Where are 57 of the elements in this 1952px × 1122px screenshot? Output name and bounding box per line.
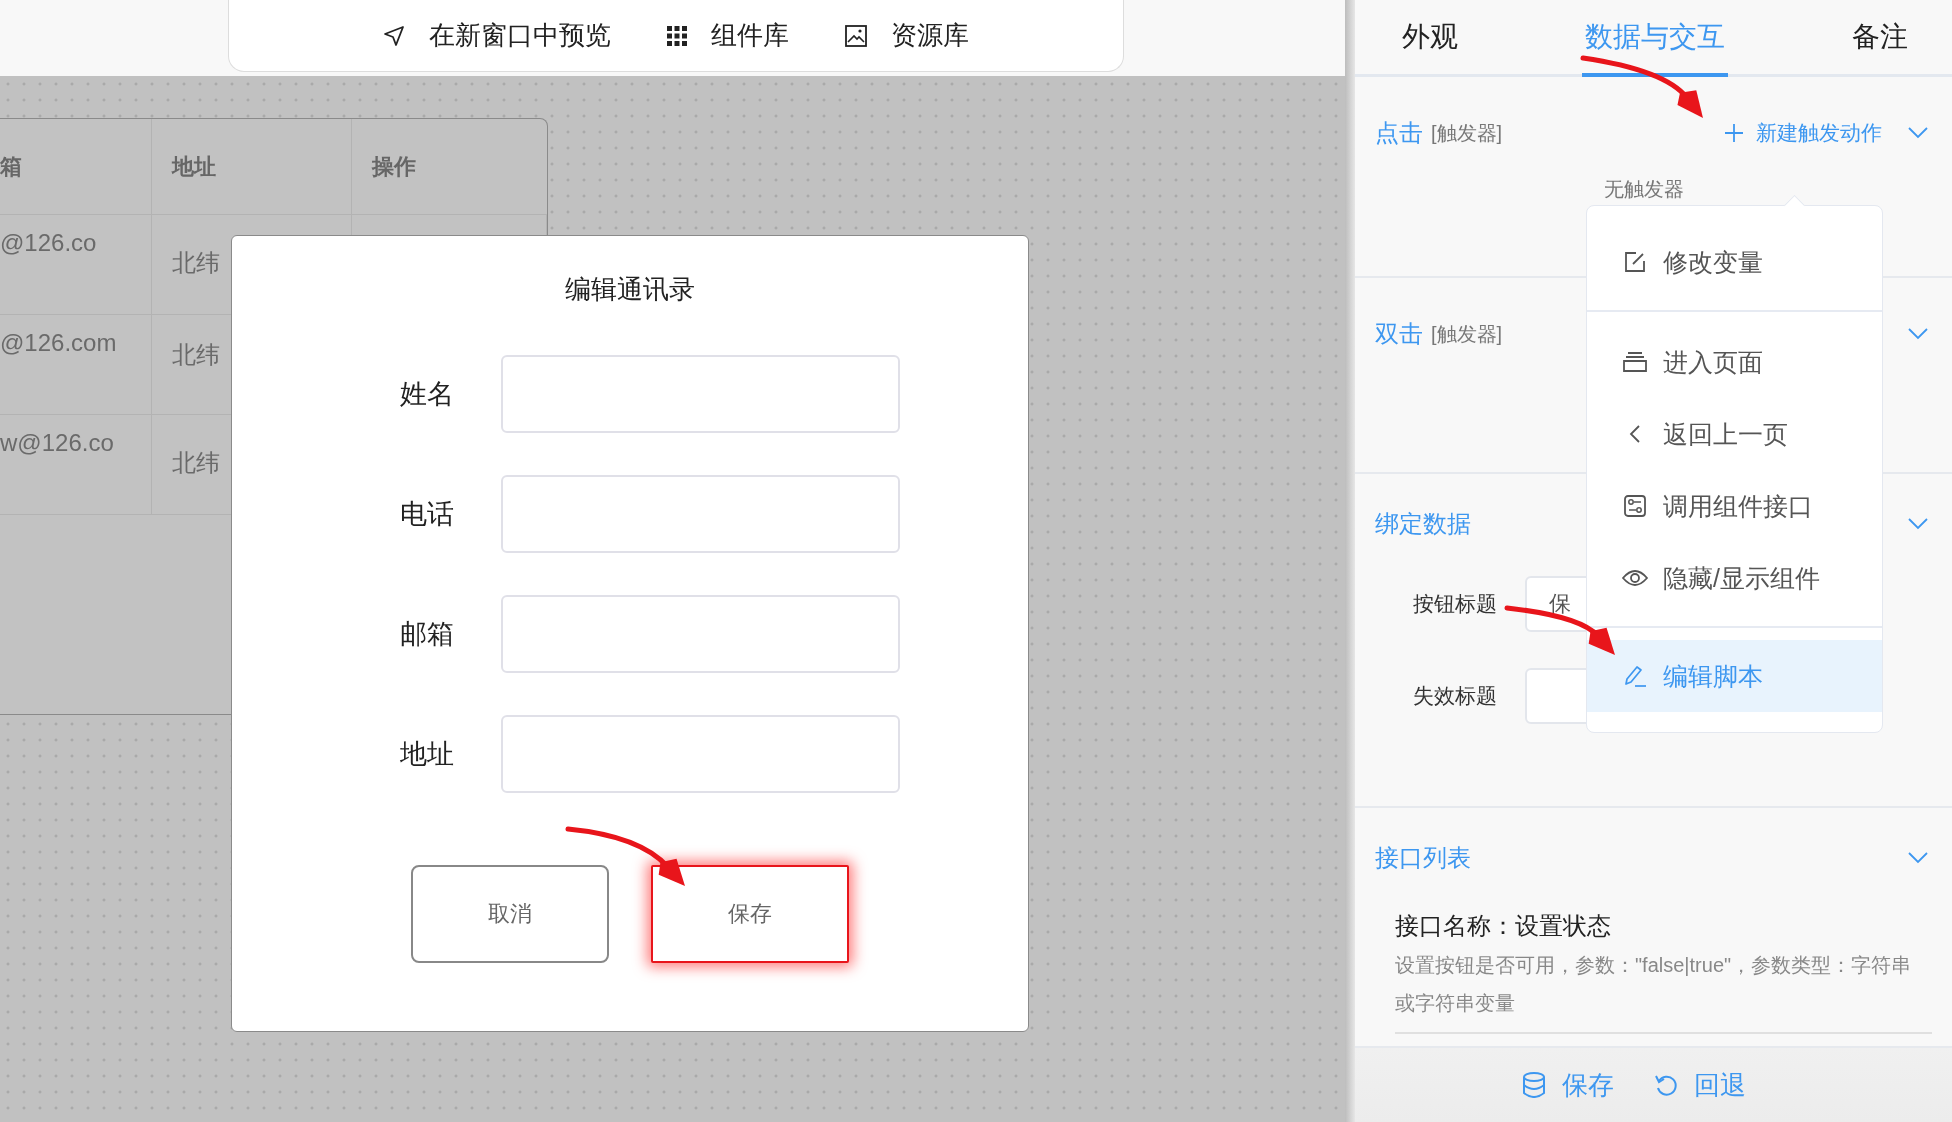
table-cell: @126.com: [0, 329, 117, 356]
table-cell: 北纬: [172, 449, 220, 476]
menu-item[interactable]: 隐藏/显示组件: [1587, 542, 1882, 614]
interface-name: 接口名称：设置状态: [1395, 911, 1612, 941]
plus-icon: [1724, 123, 1744, 143]
section-title: 接口列表: [1375, 843, 1471, 873]
trigger-tag: [触发器]: [1431, 320, 1503, 348]
panel-tab[interactable]: 外观: [1399, 0, 1461, 77]
menu-item[interactable]: 进入页面: [1587, 326, 1882, 398]
navigation-arrow-icon: [383, 24, 405, 47]
input-field[interactable]: [501, 595, 900, 673]
menu-item[interactable]: 修改变量: [1587, 226, 1882, 298]
field-label: 邮箱: [400, 618, 454, 651]
database-icon: [1521, 1072, 1546, 1098]
edit-icon: [1624, 251, 1646, 273]
column-header: 地址: [152, 119, 352, 214]
toolbar-button[interactable]: 在新窗口中预览: [383, 18, 611, 53]
dialog-title: 编辑通讯录: [565, 273, 695, 306]
toolbar-button[interactable]: 资源库: [845, 18, 969, 53]
input-field[interactable]: [501, 355, 900, 433]
section-title: 双击: [1375, 319, 1423, 349]
grid-icon: [667, 25, 687, 46]
table-cell: 北纬: [172, 249, 220, 276]
interface-description: 设置按钮是否可用，参数："false|true"，参数类型：字符串或字符串变量: [1395, 946, 1932, 1034]
toolbar-button[interactable]: 组件库: [667, 18, 789, 53]
field-label: 失效标题: [1413, 683, 1497, 709]
dialog-button[interactable]: 保存: [651, 865, 849, 963]
chevron-down-icon[interactable]: [1908, 127, 1928, 139]
table-cell: @126.co: [0, 229, 97, 256]
menu-item[interactable]: 返回上一页: [1587, 398, 1882, 470]
chevron-down-icon[interactable]: [1908, 518, 1928, 530]
image-icon: [845, 24, 867, 47]
field-label: 电话: [400, 498, 454, 531]
dialog-button[interactable]: 取消: [411, 865, 609, 963]
window-icon: [1623, 352, 1647, 372]
field-label: 姓名: [400, 378, 454, 411]
chevron-down-icon[interactable]: [1908, 852, 1928, 864]
input-field[interactable]: [501, 715, 900, 793]
menu-item[interactable]: 调用组件接口: [1587, 470, 1882, 542]
column-header: 操作: [370, 152, 417, 181]
toggle-panel-icon: [1624, 495, 1646, 517]
chevron-left-icon: [1629, 424, 1641, 444]
panel-tab[interactable]: 备注: [1849, 0, 1911, 77]
section-title: 绑定数据: [1375, 509, 1471, 539]
field-label: 按钮标题: [1413, 591, 1497, 617]
empty-note: 无触发器: [1604, 177, 1685, 202]
trigger-tag: [触发器]: [1431, 119, 1503, 147]
table-cell: w@126.co: [0, 429, 114, 456]
section-title: 点击: [1375, 118, 1423, 148]
undo-icon: [1653, 1073, 1678, 1097]
eye-icon: [1622, 569, 1648, 587]
field-label: 地址: [400, 738, 454, 771]
input-field[interactable]: [501, 475, 900, 553]
column-header: 箱: [0, 119, 152, 214]
table-cell: 北纬: [172, 341, 220, 368]
pen-icon: [1623, 664, 1647, 688]
chevron-down-icon[interactable]: [1908, 328, 1928, 340]
